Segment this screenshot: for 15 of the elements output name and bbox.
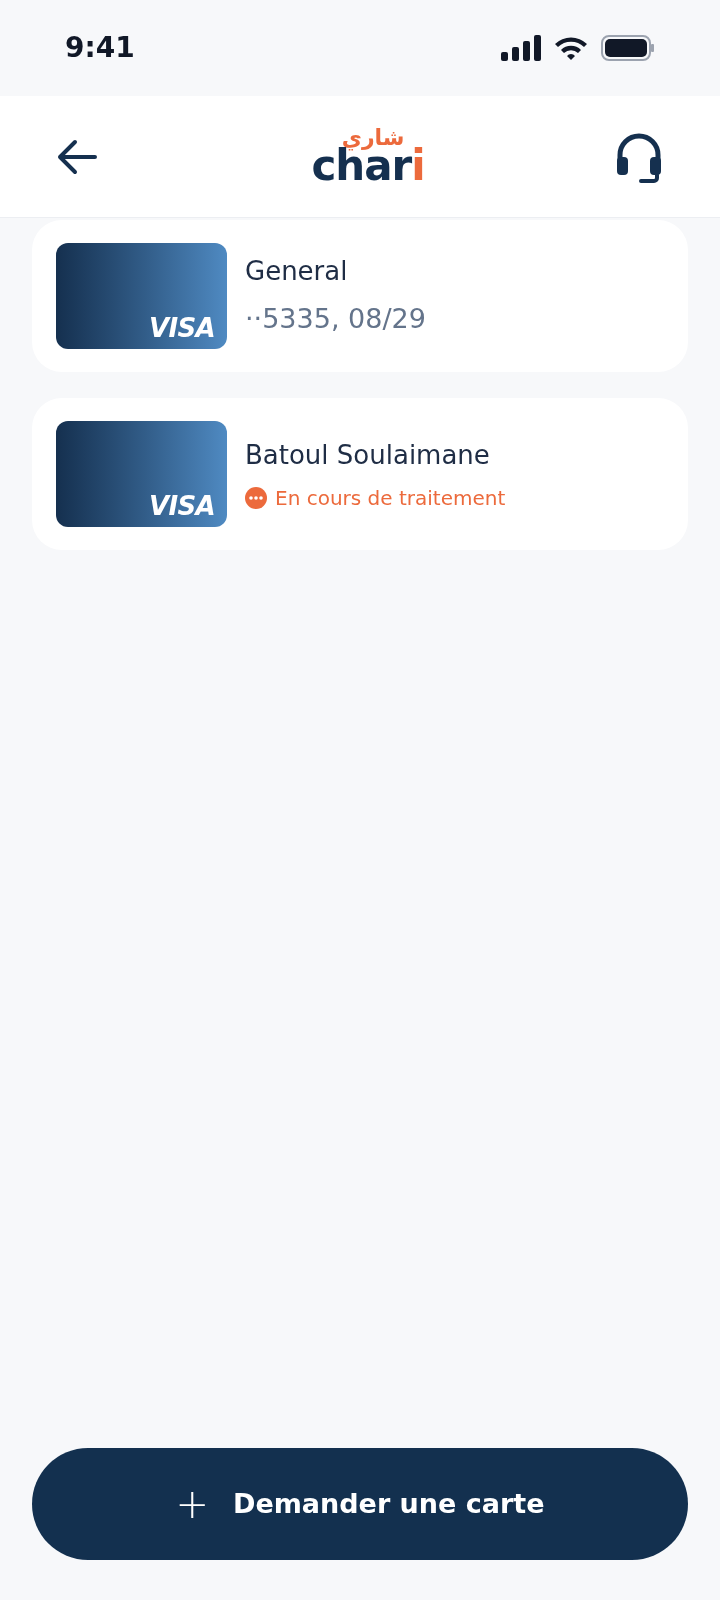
battery-icon [601,35,655,61]
card-name: General [245,255,349,289]
card-status: En cours de traitement [275,484,506,512]
card-name: Batoul Soulaimane [245,438,491,472]
brand-logo: VISA [148,493,215,519]
plus-icon: + [175,1484,209,1524]
wifi-icon [553,35,589,61]
card-details: ··5335, 08/29 [245,302,426,337]
card-item[interactable]: VISA Batoul Soulaimane En cours de traitement [32,398,688,550]
brand-logo: VISA [148,315,215,341]
back-arrow-icon [57,138,97,175]
status-time: 9:41 [65,30,135,66]
signal-icon [501,35,541,61]
request-card-button[interactable]: + Demander une carte [32,1448,688,1560]
card-item[interactable]: VISA General ··5335, 08/29 [32,220,688,372]
